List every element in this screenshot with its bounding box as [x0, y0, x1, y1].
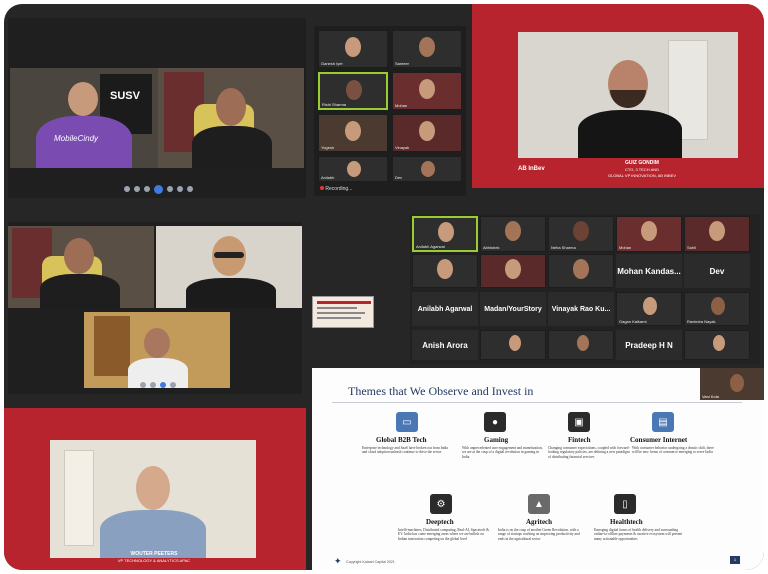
video-feed-host: SUSV MobileCindy — [10, 68, 158, 168]
participant-tile[interactable]: Sahil — [684, 216, 750, 252]
recording-indicator: Recording... — [320, 186, 352, 192]
shirt-text: MobileCindy — [54, 134, 99, 143]
participant-name-madan[interactable]: Madan/YourStory — [480, 292, 546, 326]
chip-icon: ▣ — [568, 412, 590, 432]
speaker-panel-bottom-left: WOUTER PEETERS VP TECHNOLOGY & ANALYTICS… — [4, 408, 306, 570]
participants-icon[interactable] — [160, 382, 166, 388]
speaker-video — [518, 32, 738, 158]
record-icon — [320, 186, 324, 190]
participant-tile[interactable]: Vinayak — [392, 114, 462, 152]
participant-tile[interactable]: Yogesh — [318, 114, 388, 152]
participant-tile[interactable]: Mohan — [616, 216, 682, 252]
participant-tile-active[interactable]: Anilabh Agarwal — [412, 216, 478, 252]
gallery-grid-middle: Anilabh Agarwal Abhishek Neha Sharma Moh… — [410, 214, 760, 364]
speaker-name: WOUTER PEETERS — [130, 551, 178, 557]
participant-name-vinayak[interactable]: Vinayak Rao Ku... — [548, 292, 614, 326]
shared-slide: Themes that We Observe and Invest in Van… — [312, 368, 764, 570]
participant-tile[interactable] — [548, 330, 614, 360]
participant-tile[interactable]: Mohan — [392, 72, 462, 110]
monitor-icon: ▭ — [396, 412, 418, 432]
participant-name-anilabh[interactable]: Anilabh Agarwal — [412, 292, 478, 326]
participant-tile[interactable] — [480, 330, 546, 360]
participant-tile[interactable]: Dev — [392, 156, 462, 182]
chat-icon[interactable] — [166, 186, 173, 192]
slide-page-number: 1 — [730, 556, 740, 564]
speaker-name: GUIZ GONDIM — [625, 160, 659, 166]
participant-tile[interactable]: Ganesh Iyer — [318, 30, 388, 68]
speaker-panel-top-right: AB InBev GUIZ GONDIM CTO, 3 TECH AND GLO… — [472, 4, 764, 188]
video-feed-speaker — [158, 68, 304, 168]
participant-tile[interactable]: Abhishek — [480, 216, 546, 252]
participant-tile[interactable] — [412, 254, 478, 288]
participant-tile[interactable]: Ravindra Nayak — [684, 292, 750, 326]
slide-thumbnail — [312, 296, 374, 328]
participant-tile[interactable]: Sameer — [392, 30, 462, 68]
robot-arm-icon: ⚙ — [430, 494, 452, 514]
speaker-thumbnail[interactable]: Vani Kola — [700, 368, 764, 400]
gamepad-icon: ● — [484, 412, 506, 432]
participant-tile[interactable]: Gagan Kalkarni — [616, 292, 682, 326]
video-icon[interactable] — [150, 382, 156, 388]
participant-name-pradeep[interactable]: Pradeep H N — [616, 330, 682, 360]
event-collage: SUSV MobileCindy Ganesh Iyer Sameer Rish… — [4, 4, 764, 570]
call-toolbar[interactable] — [98, 184, 218, 194]
call-window-middle-left — [8, 222, 302, 394]
mic-icon[interactable] — [140, 382, 146, 388]
participant-tile[interactable]: Neha Sharma — [548, 216, 614, 252]
participant-name-mohan[interactable]: Mohan Kandas... — [616, 254, 682, 288]
call-toolbar[interactable] — [108, 380, 208, 390]
gallery-grid-top: Ganesh Iyer Sameer Rishi Sharma Mohan Yo… — [314, 26, 466, 196]
record-icon[interactable] — [176, 186, 183, 192]
video-feed-speaker — [8, 226, 154, 308]
video-icon[interactable] — [133, 186, 140, 192]
speaker-title: VP TECHNOLOGY & ANALYTICS APAC — [117, 558, 191, 563]
participant-name-dev[interactable]: Dev — [684, 254, 750, 288]
participant-tile[interactable] — [480, 254, 546, 288]
speaker-title-line1: CTO, 3 TECH AND — [624, 167, 660, 172]
slide-footer: Copyright Kalaari Capital 2021 — [346, 560, 395, 564]
slide-title: Themes that We Observe and Invest in — [348, 384, 534, 398]
video-feed-participant — [84, 312, 230, 388]
participant-tile[interactable]: Anilabh — [318, 156, 388, 182]
video-feed-participant — [156, 226, 302, 308]
call-window-top-left: SUSV MobileCindy — [8, 18, 306, 198]
kalaari-logo-icon: ✦ — [334, 556, 342, 566]
participant-name-anish[interactable]: Anish Arora — [412, 330, 478, 360]
speaker-title-line2: GLOBAL VP INNOVATION, AB INBEV — [607, 173, 677, 178]
browser-icon: ▤ — [652, 412, 674, 432]
mic-icon[interactable] — [123, 186, 130, 192]
reactions-icon[interactable] — [186, 186, 193, 192]
participant-tile[interactable] — [684, 330, 750, 360]
participant-tile[interactable] — [548, 254, 614, 288]
share-icon[interactable] — [143, 186, 150, 192]
tractor-icon: ▲ — [528, 494, 550, 514]
participants-icon[interactable] — [153, 184, 163, 194]
speaker-logo: AB InBev — [518, 166, 545, 172]
poster-text: SUSV — [110, 90, 140, 102]
phone-health-icon: ▯ — [614, 494, 636, 514]
chat-icon[interactable] — [170, 382, 176, 388]
participant-tile-active[interactable]: Rishi Sharma — [318, 72, 388, 110]
speaker-video — [50, 440, 256, 558]
